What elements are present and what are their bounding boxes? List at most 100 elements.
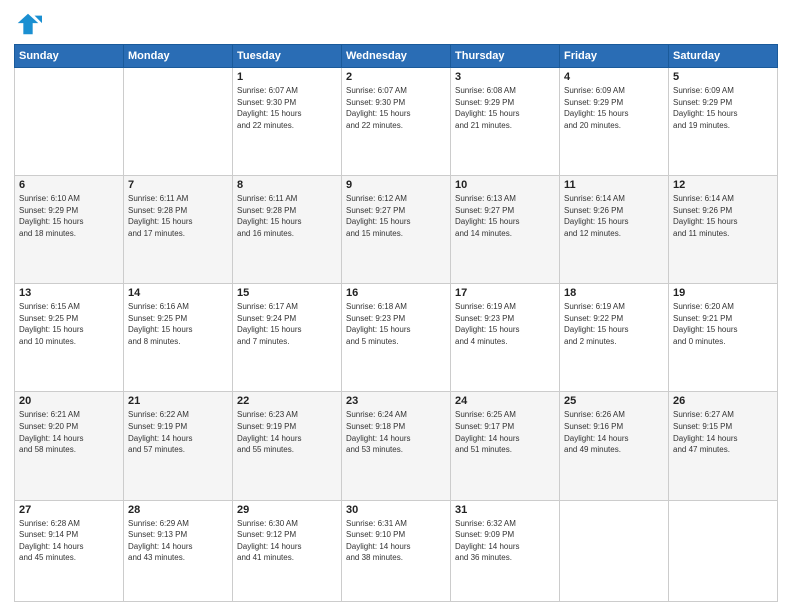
calendar-container: SundayMondayTuesdayWednesdayThursdayFrid… (0, 0, 792, 612)
day-info: Sunrise: 6:11 AM Sunset: 9:28 PM Dayligh… (237, 193, 337, 239)
day-number: 14 (128, 287, 228, 299)
calendar-cell: 30 Sunrise: 6:31 AM Sunset: 9:10 PM Dayli… (342, 500, 451, 601)
day-info: Sunrise: 6:13 AM Sunset: 9:27 PM Dayligh… (455, 193, 555, 239)
header (14, 10, 778, 38)
calendar-cell: 10 Sunrise: 6:13 AM Sunset: 9:27 PM Dayli… (451, 176, 560, 284)
calendar-cell: 29 Sunrise: 6:30 AM Sunset: 9:12 PM Dayli… (233, 500, 342, 601)
day-of-week-header: Saturday (669, 45, 778, 68)
day-of-week-header: Sunday (15, 45, 124, 68)
calendar-cell: 27 Sunrise: 6:28 AM Sunset: 9:14 PM Dayli… (15, 500, 124, 601)
day-number: 8 (237, 179, 337, 191)
day-info: Sunrise: 6:29 AM Sunset: 9:13 PM Dayligh… (128, 518, 228, 564)
day-info: Sunrise: 6:12 AM Sunset: 9:27 PM Dayligh… (346, 193, 446, 239)
day-info: Sunrise: 6:09 AM Sunset: 9:29 PM Dayligh… (673, 85, 773, 131)
day-number: 17 (455, 287, 555, 299)
day-number: 13 (19, 287, 119, 299)
day-of-week-header: Friday (560, 45, 669, 68)
day-number: 12 (673, 179, 773, 191)
day-of-week-header: Monday (124, 45, 233, 68)
day-info: Sunrise: 6:09 AM Sunset: 9:29 PM Dayligh… (564, 85, 664, 131)
logo-icon (14, 10, 42, 38)
day-number: 2 (346, 71, 446, 83)
day-info: Sunrise: 6:31 AM Sunset: 9:10 PM Dayligh… (346, 518, 446, 564)
day-number: 4 (564, 71, 664, 83)
calendar-cell: 12 Sunrise: 6:14 AM Sunset: 9:26 PM Dayli… (669, 176, 778, 284)
day-number: 24 (455, 395, 555, 407)
day-number: 9 (346, 179, 446, 191)
day-number: 20 (19, 395, 119, 407)
calendar-cell (669, 500, 778, 601)
calendar-cell: 13 Sunrise: 6:15 AM Sunset: 9:25 PM Dayli… (15, 284, 124, 392)
calendar-cell: 25 Sunrise: 6:26 AM Sunset: 9:16 PM Dayli… (560, 392, 669, 500)
calendar-cell: 7 Sunrise: 6:11 AM Sunset: 9:28 PM Daylig… (124, 176, 233, 284)
calendar-cell: 26Sunrise: 6:27 AM Sunset: 9:15 PM Dayli… (669, 392, 778, 500)
calendar-cell: 6Sunrise: 6:10 AM Sunset: 9:29 PM Daylig… (15, 176, 124, 284)
calendar-cell: 17 Sunrise: 6:19 AM Sunset: 9:23 PM Dayli… (451, 284, 560, 392)
day-number: 18 (564, 287, 664, 299)
calendar-cell: 24Sunrise: 6:25 AM Sunset: 9:17 PM Dayli… (451, 392, 560, 500)
calendar-cell: 4 Sunrise: 6:09 AM Sunset: 9:29 PM Daylig… (560, 68, 669, 176)
day-number: 16 (346, 287, 446, 299)
calendar-cell: 1 Sunrise: 6:07 AM Sunset: 9:30 PM Daylig… (233, 68, 342, 176)
day-info: Sunrise: 6:19 AM Sunset: 9:22 PM Dayligh… (564, 301, 664, 347)
day-info: Sunrise: 6:23 AM Sunset: 9:19 PM Dayligh… (237, 409, 337, 455)
day-info: Sunrise: 6:28 AM Sunset: 9:14 PM Dayligh… (19, 518, 119, 564)
calendar-cell: 5 Sunrise: 6:09 AM Sunset: 9:29 PM Daylig… (669, 68, 778, 176)
day-number: 30 (346, 504, 446, 516)
calendar-cell: 9 Sunrise: 6:12 AM Sunset: 9:27 PM Daylig… (342, 176, 451, 284)
day-number: 31 (455, 504, 555, 516)
day-info: Sunrise: 6:32 AM Sunset: 9:09 PM Dayligh… (455, 518, 555, 564)
day-info: Sunrise: 6:24 AM Sunset: 9:18 PM Dayligh… (346, 409, 446, 455)
day-info: Sunrise: 6:14 AM Sunset: 9:26 PM Dayligh… (564, 193, 664, 239)
calendar-cell: 31 Sunrise: 6:32 AM Sunset: 9:09 PM Dayli… (451, 500, 560, 601)
day-number: 7 (128, 179, 228, 191)
day-number: 15 (237, 287, 337, 299)
calendar-cell: 3 Sunrise: 6:08 AM Sunset: 9:29 PM Daylig… (451, 68, 560, 176)
day-number: 27 (19, 504, 119, 516)
day-info: Sunrise: 6:26 AM Sunset: 9:16 PM Dayligh… (564, 409, 664, 455)
day-number: 26 (673, 395, 773, 407)
calendar-cell (15, 68, 124, 176)
day-info: Sunrise: 6:10 AM Sunset: 9:29 PM Dayligh… (19, 193, 119, 239)
calendar-cell (560, 500, 669, 601)
calendar-cell: 8 Sunrise: 6:11 AM Sunset: 9:28 PM Daylig… (233, 176, 342, 284)
day-number: 5 (673, 71, 773, 83)
day-number: 10 (455, 179, 555, 191)
calendar-header-row: SundayMondayTuesdayWednesdayThursdayFrid… (15, 45, 778, 68)
day-number: 28 (128, 504, 228, 516)
calendar-week-row: 1 Sunrise: 6:07 AM Sunset: 9:30 PM Daylig… (15, 68, 778, 176)
day-info: Sunrise: 6:17 AM Sunset: 9:24 PM Dayligh… (237, 301, 337, 347)
calendar-week-row: 20 Sunrise: 6:21 AM Sunset: 9:20 PM Dayli… (15, 392, 778, 500)
day-info: Sunrise: 6:15 AM Sunset: 9:25 PM Dayligh… (19, 301, 119, 347)
day-info: Sunrise: 6:30 AM Sunset: 9:12 PM Dayligh… (237, 518, 337, 564)
day-info: Sunrise: 6:22 AM Sunset: 9:19 PM Dayligh… (128, 409, 228, 455)
calendar-cell: 14Sunrise: 6:16 AM Sunset: 9:25 PM Dayli… (124, 284, 233, 392)
calendar-cell: 15 Sunrise: 6:17 AM Sunset: 9:24 PM Dayli… (233, 284, 342, 392)
day-info: Sunrise: 6:18 AM Sunset: 9:23 PM Dayligh… (346, 301, 446, 347)
day-info: Sunrise: 6:07 AM Sunset: 9:30 PM Dayligh… (346, 85, 446, 131)
day-number: 21 (128, 395, 228, 407)
day-info: Sunrise: 6:21 AM Sunset: 9:20 PM Dayligh… (19, 409, 119, 455)
calendar-week-row: 6Sunrise: 6:10 AM Sunset: 9:29 PM Daylig… (15, 176, 778, 284)
day-number: 3 (455, 71, 555, 83)
day-info: Sunrise: 6:08 AM Sunset: 9:29 PM Dayligh… (455, 85, 555, 131)
calendar-cell: 16 Sunrise: 6:18 AM Sunset: 9:23 PM Dayli… (342, 284, 451, 392)
calendar-cell: 19Sunrise: 6:20 AM Sunset: 9:21 PM Dayli… (669, 284, 778, 392)
day-number: 25 (564, 395, 664, 407)
calendar-cell: 23 Sunrise: 6:24 AM Sunset: 9:18 PM Dayli… (342, 392, 451, 500)
calendar-cell: 11Sunrise: 6:14 AM Sunset: 9:26 PM Dayli… (560, 176, 669, 284)
day-of-week-header: Tuesday (233, 45, 342, 68)
calendar-cell: 2 Sunrise: 6:07 AM Sunset: 9:30 PM Daylig… (342, 68, 451, 176)
calendar-cell: 18 Sunrise: 6:19 AM Sunset: 9:22 PM Dayli… (560, 284, 669, 392)
day-info: Sunrise: 6:19 AM Sunset: 9:23 PM Dayligh… (455, 301, 555, 347)
day-info: Sunrise: 6:14 AM Sunset: 9:26 PM Dayligh… (673, 193, 773, 239)
day-number: 29 (237, 504, 337, 516)
calendar-cell: 22Sunrise: 6:23 AM Sunset: 9:19 PM Dayli… (233, 392, 342, 500)
day-number: 23 (346, 395, 446, 407)
day-info: Sunrise: 6:07 AM Sunset: 9:30 PM Dayligh… (237, 85, 337, 131)
day-of-week-header: Thursday (451, 45, 560, 68)
day-number: 1 (237, 71, 337, 83)
calendar-table: SundayMondayTuesdayWednesdayThursdayFrid… (14, 44, 778, 602)
day-info: Sunrise: 6:11 AM Sunset: 9:28 PM Dayligh… (128, 193, 228, 239)
calendar-cell: 28 Sunrise: 6:29 AM Sunset: 9:13 PM Dayli… (124, 500, 233, 601)
